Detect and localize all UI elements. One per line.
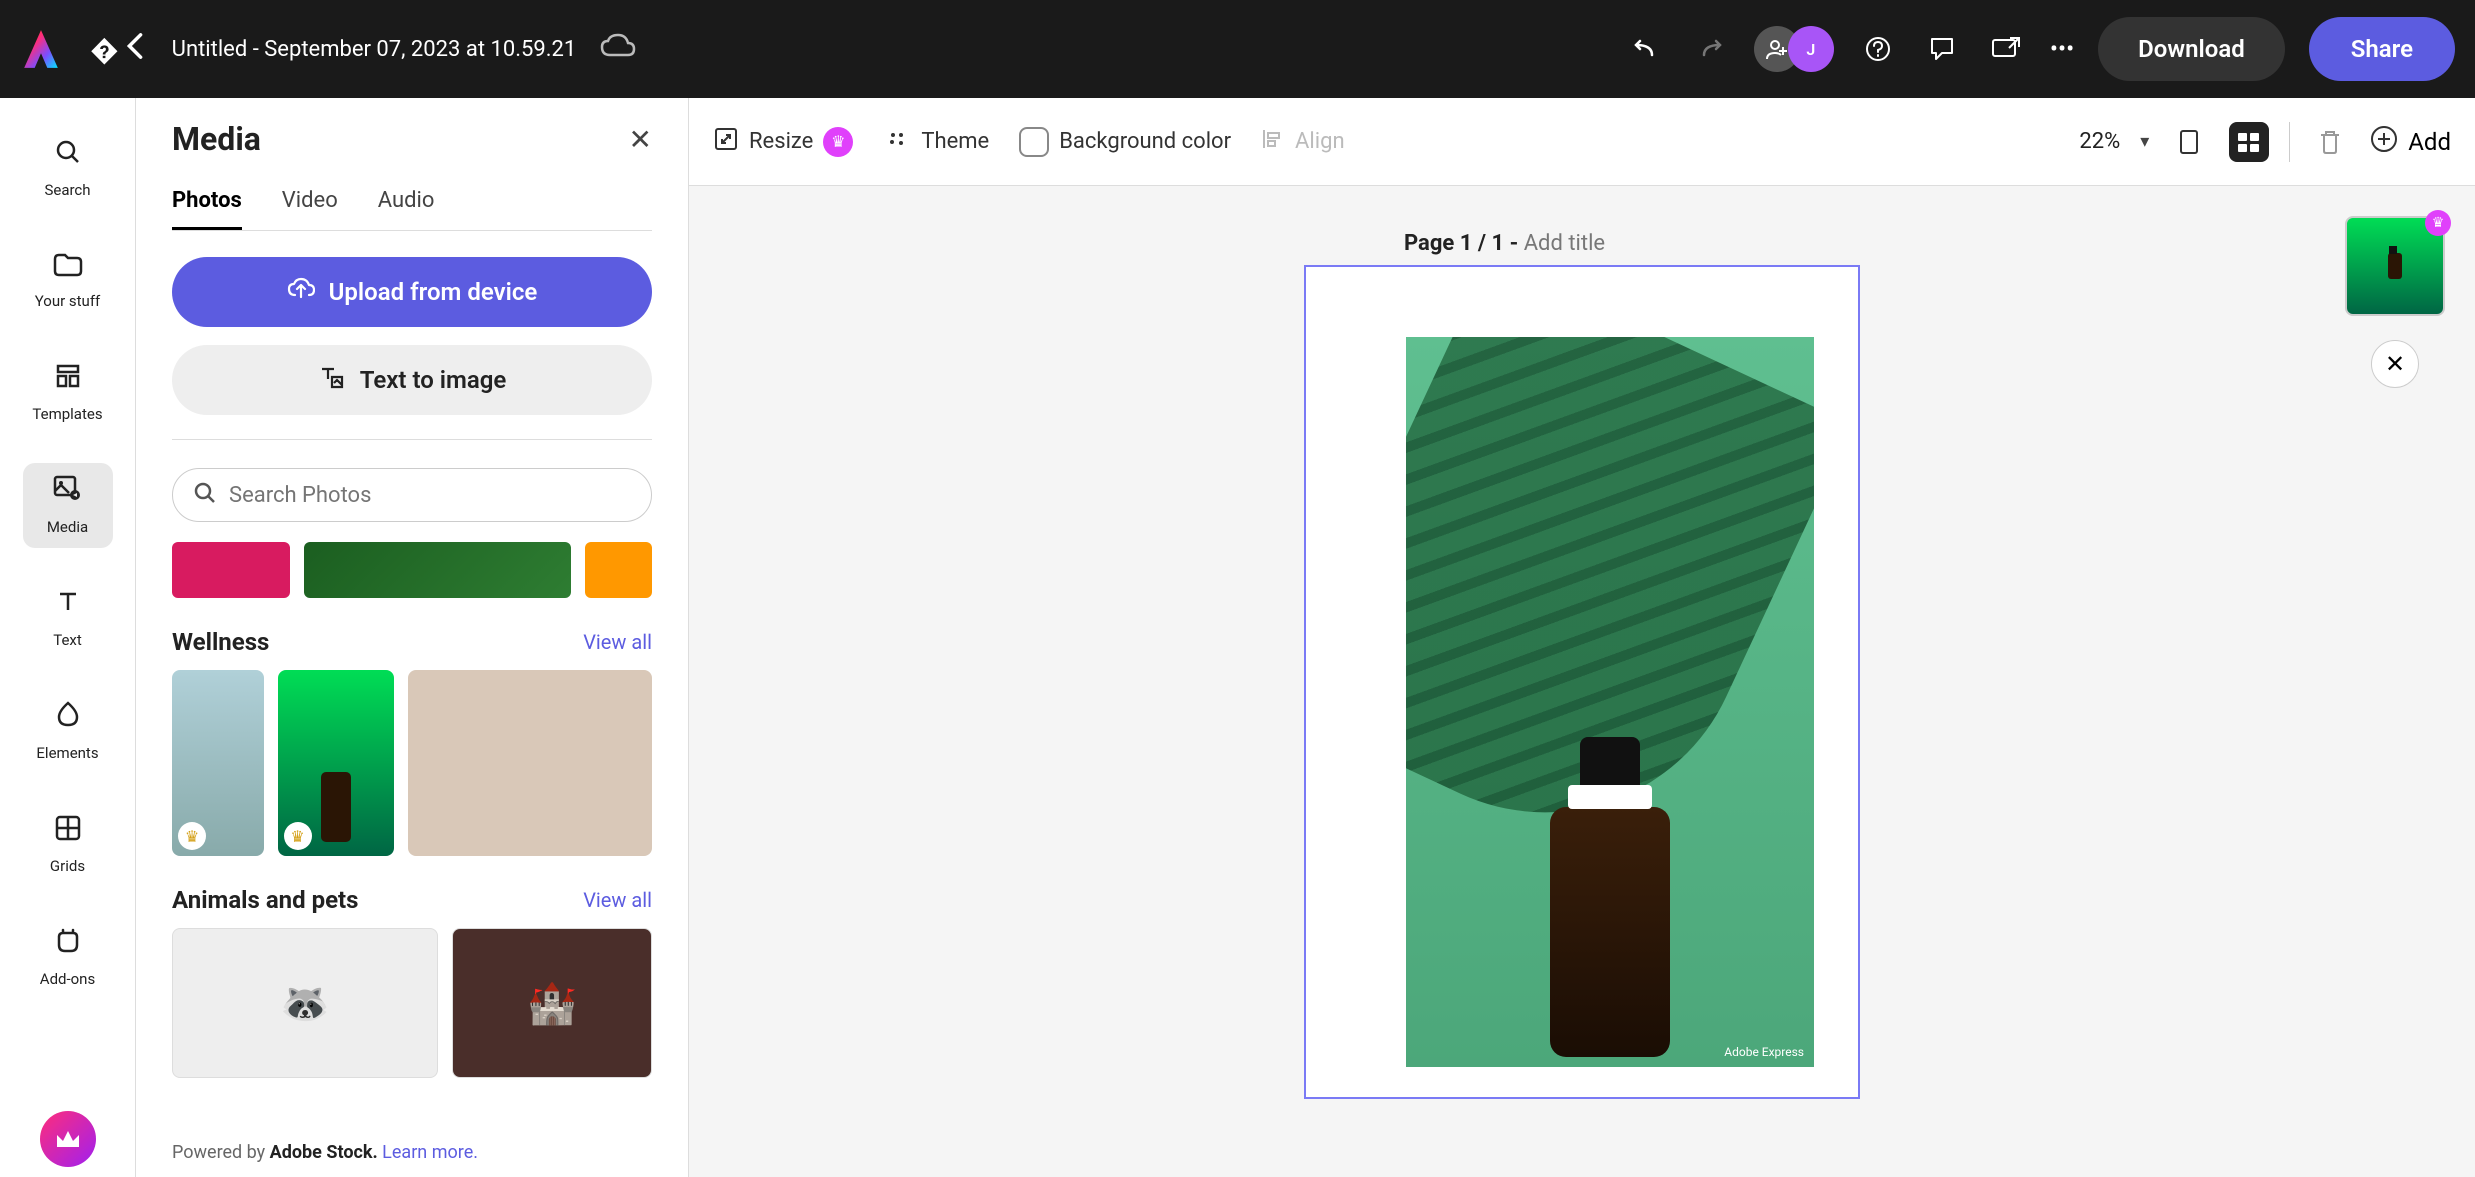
plus-icon — [2370, 125, 2398, 159]
theme-button[interactable]: Theme — [883, 125, 989, 159]
page-label[interactable]: Page 1 / 1 - Add title — [1404, 231, 1605, 256]
panel-title: Media — [172, 120, 261, 158]
chevron-down-icon[interactable]: ▾ — [2140, 131, 2149, 152]
left-rail: Search Your stuff Templates Media Text E… — [0, 98, 136, 1177]
page-thumbnail[interactable]: ♛ — [2345, 216, 2445, 316]
canvas-toolbar: Resize ♛ Theme Background color Align 22… — [689, 98, 2475, 186]
help-icon[interactable] — [1858, 29, 1898, 69]
cloud-sync-icon[interactable] — [600, 33, 636, 65]
upload-icon — [287, 277, 315, 307]
comment-icon[interactable] — [1922, 29, 1962, 69]
close-pages-panel[interactable]: ✕ — [2371, 340, 2419, 388]
media-panel: Media ✕ Photos Video Audio Upload from d… — [136, 98, 689, 1177]
templates-icon — [54, 362, 82, 397]
bg-color-swatch — [1019, 127, 1049, 157]
grids-icon — [54, 814, 82, 849]
rail-your-stuff[interactable]: Your stuff — [23, 239, 113, 322]
photo-thumb[interactable]: 🏰 — [452, 928, 652, 1078]
page-view-icon[interactable] — [2169, 122, 2209, 162]
view-all-pets[interactable]: View all — [583, 888, 652, 912]
learn-more-link[interactable]: Learn more. — [382, 1142, 478, 1163]
canvas-area: Resize ♛ Theme Background color Align 22… — [689, 98, 2475, 1177]
align-icon — [1261, 127, 1285, 157]
premium-badge-icon: ♛ — [823, 127, 853, 157]
pages-panel: ♛ ✕ — [2345, 216, 2445, 388]
addons-icon — [53, 927, 83, 962]
rail-search[interactable]: Search — [23, 126, 113, 211]
rail-templates[interactable]: Templates — [23, 350, 113, 435]
photo-thumb[interactable] — [408, 670, 652, 856]
search-photos-input[interactable] — [229, 483, 631, 508]
collaborator-avatars[interactable]: J — [1754, 26, 1834, 72]
tab-audio[interactable]: Audio — [378, 178, 435, 230]
timeline-view-icon[interactable] — [2229, 122, 2269, 162]
section-title-pets: Animals and pets — [172, 886, 359, 914]
document-title[interactable]: Untitled - September 07, 2023 at 10.59.2… — [172, 37, 577, 62]
text-icon — [54, 588, 82, 623]
premium-badge-icon: ♛ — [2425, 210, 2451, 236]
media-icon — [53, 475, 83, 510]
search-icon — [193, 481, 217, 509]
canvas-body[interactable]: Page 1 / 1 - Add title Adobe Express ♛ ✕ — [689, 186, 2475, 1177]
premium-badge-icon: ♛ — [284, 822, 312, 850]
folder-icon — [53, 251, 83, 284]
share-button[interactable]: Share — [2309, 17, 2455, 81]
section-title-wellness: Wellness — [172, 628, 269, 656]
rail-media[interactable]: Media — [23, 463, 113, 548]
elements-icon — [53, 701, 83, 736]
background-color-button[interactable]: Background color — [1019, 127, 1231, 157]
zoom-level[interactable]: 22% — [2079, 129, 2120, 154]
more-options-icon[interactable]: ••• — [2050, 35, 2074, 63]
premium-badge-icon[interactable] — [40, 1111, 96, 1167]
tab-video[interactable]: Video — [282, 178, 338, 230]
photo-thumb[interactable] — [585, 542, 652, 598]
rail-elements[interactable]: Elements — [23, 689, 113, 774]
rail-addons[interactable]: Add-ons — [23, 915, 113, 1000]
back-button[interactable]: � — [90, 32, 144, 67]
tab-photos[interactable]: Photos — [172, 178, 242, 230]
view-all-wellness[interactable]: View all — [583, 630, 652, 654]
page-frame[interactable]: Adobe Express — [1304, 265, 1860, 1099]
canvas-image[interactable]: Adobe Express — [1406, 337, 1814, 1067]
close-panel-button[interactable]: ✕ — [629, 123, 652, 156]
app-topbar: � Untitled - September 07, 2023 at 10.59… — [0, 0, 2475, 98]
photo-thumb[interactable]: ♛ — [278, 670, 394, 856]
rail-text[interactable]: Text — [23, 576, 113, 661]
photo-thumb[interactable] — [304, 542, 571, 598]
undo-button[interactable] — [1626, 29, 1666, 69]
rail-grids[interactable]: Grids — [23, 802, 113, 887]
user-avatar[interactable]: J — [1788, 26, 1834, 72]
redo-button[interactable] — [1690, 29, 1730, 69]
present-icon[interactable] — [1986, 29, 2026, 69]
add-page-button[interactable]: Add — [2370, 125, 2451, 159]
photo-thumb[interactable] — [172, 542, 290, 598]
premium-badge-icon: ♛ — [178, 822, 206, 850]
delete-page-icon[interactable] — [2310, 122, 2350, 162]
resize-button[interactable]: Resize ♛ — [713, 126, 853, 158]
photo-thumb[interactable]: 🦝 — [172, 928, 438, 1078]
search-icon — [54, 138, 82, 173]
media-tabs: Photos Video Audio — [172, 178, 652, 231]
photo-thumb[interactable]: ♛ — [172, 670, 264, 856]
download-button[interactable]: Download — [2098, 17, 2285, 81]
upload-button[interactable]: Upload from device — [172, 257, 652, 327]
search-photos-field[interactable] — [172, 468, 652, 522]
text-to-image-icon — [318, 365, 346, 395]
panel-footer: Powered by Adobe Stock. Learn more. — [172, 1142, 478, 1163]
resize-icon — [713, 126, 739, 158]
align-button: Align — [1261, 127, 1345, 157]
text-to-image-button[interactable]: Text to image — [172, 345, 652, 415]
theme-icon — [883, 125, 911, 159]
watermark: Adobe Express — [1724, 1045, 1804, 1059]
app-logo[interactable] — [20, 28, 62, 70]
